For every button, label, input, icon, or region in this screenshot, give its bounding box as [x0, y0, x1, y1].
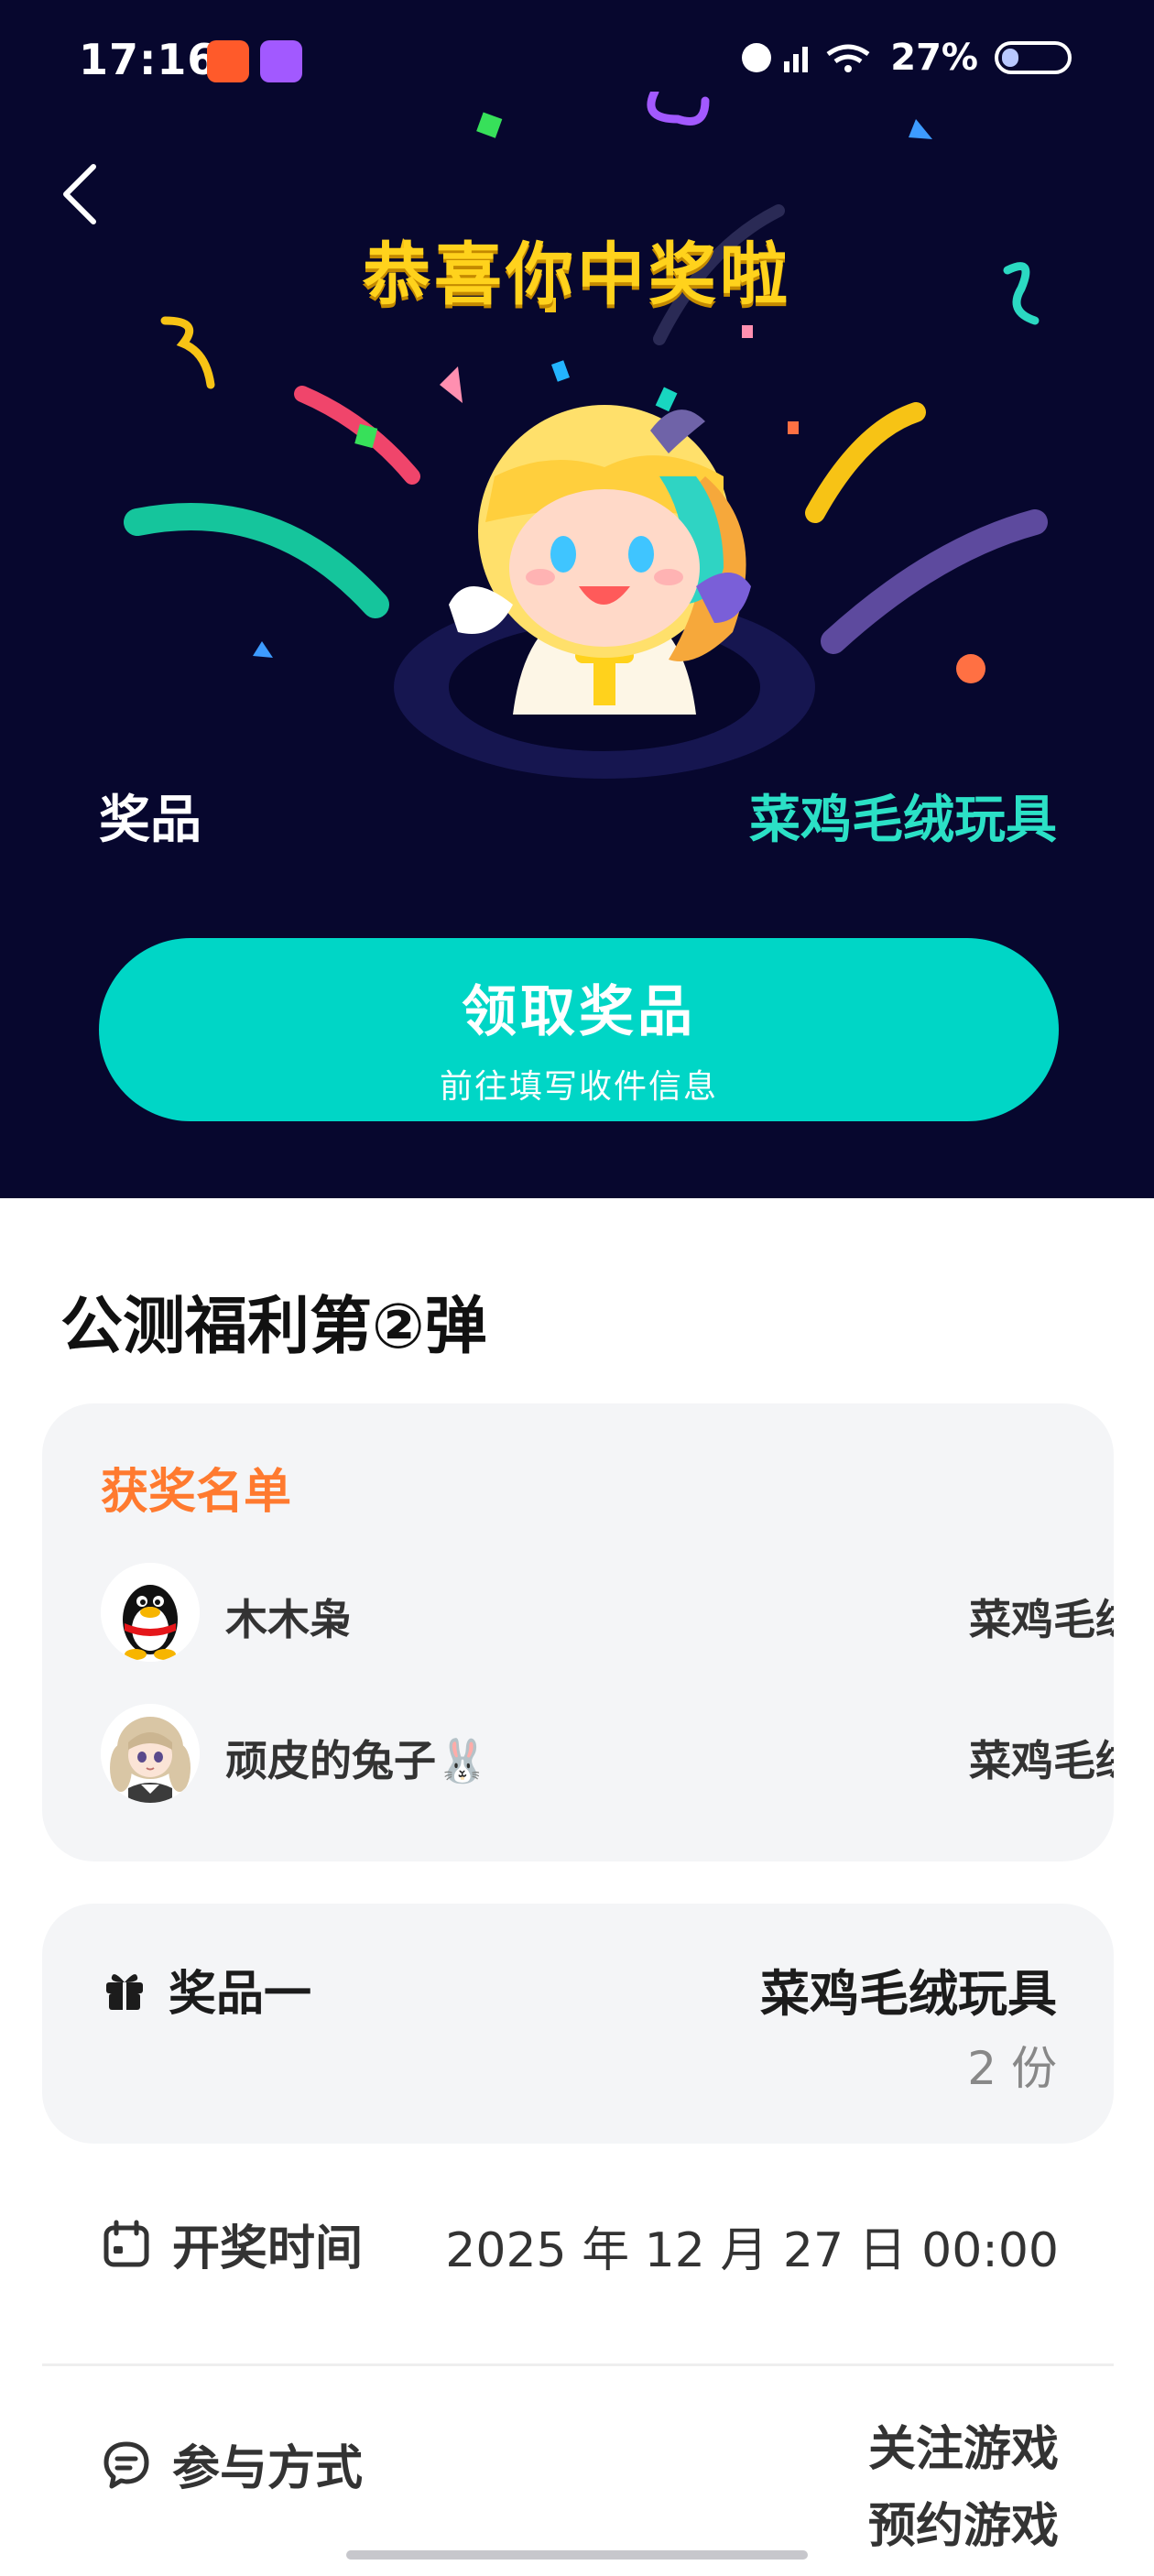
prize-value: 菜鸡毛绒玩具 — [749, 791, 1057, 850]
prize-tier-label: 奖品一 — [169, 1967, 312, 2022]
participation-label-group: 参与方式 — [101, 2429, 363, 2498]
winner-name: 木木枭 — [225, 1595, 352, 1644]
calendar-icon — [103, 2220, 149, 2266]
winner-name: 顽皮的兔子🐰 — [225, 1736, 489, 1785]
battery-icon — [995, 41, 1072, 74]
participation-reserve: 预约游戏 — [867, 2499, 1059, 2554]
participation-label: 参与方式 — [172, 2441, 364, 2496]
claim-prize-button[interactable]: 领取奖品 前往填写收件信息 — [99, 938, 1059, 1121]
claim-prize-sublabel: 前往填写收件信息 — [439, 1068, 718, 1106]
app-notification-icon-2 — [260, 40, 302, 82]
battery-percentage: 27% — [890, 37, 978, 79]
prize-name: 菜鸡毛绒玩具 — [760, 1965, 1057, 2023]
hero-banner: 17:16 27% 恭喜你中奖啦 奖品 菜鸡毛绒玩具 领取奖品 前往填写收件信息 — [0, 0, 1154, 1198]
participation-values: 关注游戏 预约游戏 — [868, 2411, 1059, 2565]
participation-follow: 关注游戏 — [867, 2422, 1059, 2477]
anime-girl-avatar — [101, 1704, 200, 1803]
prize-count: 2 份 — [967, 2042, 1057, 2095]
prize-detail-card: 奖品一 菜鸡毛绒玩具 2 份 — [42, 1904, 1114, 2144]
winner-row[interactable]: 木木枭 菜鸡毛绒玩具 — [101, 1563, 1114, 1664]
chat-icon — [103, 2441, 149, 2488]
draw-time-label-group: 开奖时间 — [101, 2210, 363, 2278]
home-indicator[interactable] — [346, 2550, 808, 2560]
prize-tier: 奖品一 — [101, 1955, 311, 2024]
draw-time-row: 开奖时间 2025 年 12 月 27 日 00:00 — [101, 2210, 1059, 2301]
app-notification-icon — [207, 40, 249, 82]
prize-label: 奖品 — [99, 791, 201, 850]
winners-heading: 获奖名单 — [101, 1465, 292, 1520]
status-indicators: 27% — [736, 37, 1072, 79]
activity-title: 公测福利第②弹 — [60, 1291, 487, 1363]
status-time: 17:16 — [79, 35, 218, 84]
gift-icon — [106, 1973, 143, 2010]
winner-row[interactable]: 顽皮的兔子🐰 菜鸡毛绒玩具 — [101, 1704, 1114, 1805]
celebration-illustration — [124, 92, 1048, 779]
draw-time-label: 开奖时间 — [172, 2221, 364, 2276]
winner-prize: 菜鸡毛绒玩具 — [969, 1736, 1114, 1785]
signal-icon — [742, 43, 870, 72]
penguin-avatar — [101, 1563, 200, 1662]
winner-prize: 菜鸡毛绒玩具 — [969, 1595, 1114, 1644]
winners-card: 获奖名单 木木枭 菜鸡毛绒玩具 — [42, 1403, 1114, 1861]
congrats-title: 恭喜你中奖啦 — [363, 235, 791, 314]
divider — [42, 2363, 1114, 2366]
draw-time-value: 2025 年 12 月 27 日 00:00 — [445, 2223, 1059, 2278]
claim-prize-label: 领取奖品 — [462, 980, 696, 1044]
